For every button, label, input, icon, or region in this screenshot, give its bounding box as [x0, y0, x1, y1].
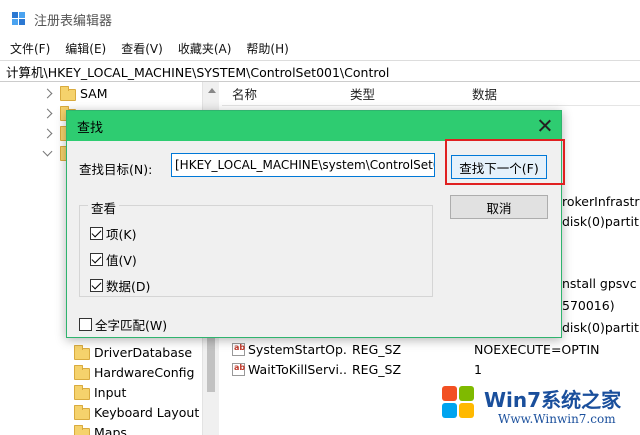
tree-item-label: HardwareConfig: [94, 365, 195, 380]
watermark-brand: Win7系统之家: [484, 388, 622, 412]
option-data[interactable]: 数据(D): [90, 276, 150, 295]
table-row[interactable]: SystemStartOp... REG_SZ NOEXECUTE=OPTIN: [222, 340, 640, 360]
find-next-button[interactable]: 查找下一个(F): [451, 155, 547, 179]
window-title: 注册表编辑器: [34, 13, 113, 29]
address-bar[interactable]: 计算机\HKEY_LOCAL_MACHINE\SYSTEM\ControlSet…: [0, 60, 640, 82]
close-icon[interactable]: [535, 116, 555, 136]
find-dialog: 查找 查找目标(N): [HKEY_LOCAL_MACHINE\system\C…: [66, 110, 565, 338]
value-type: REG_SZ: [352, 342, 402, 357]
data-checkbox[interactable]: [90, 279, 103, 292]
chevron-right-icon[interactable]: [42, 88, 53, 99]
tree-item-label: SAM: [80, 86, 108, 101]
value-data-partial: rokerInfrastru: [562, 194, 640, 209]
value-data-partial: disk(0)partitio: [562, 214, 640, 229]
regedit-app-icon: [12, 12, 26, 26]
folder-icon: [74, 385, 90, 400]
option-keys[interactable]: 项(K): [90, 224, 136, 243]
string-value-icon: [232, 343, 245, 356]
value-data: 1: [474, 362, 482, 377]
chevron-down-icon[interactable]: [42, 146, 53, 157]
dialog-title: 查找: [77, 120, 104, 136]
table-row[interactable]: WaitToKillServi... REG_SZ 1: [222, 360, 640, 380]
tree-item-driverdatabase[interactable]: DriverDatabase: [0, 343, 202, 363]
tree-item-keyboard-layout[interactable]: Keyboard Layout: [0, 403, 202, 423]
tree-item-label: Input: [94, 385, 127, 400]
tree-item-label: Maps: [94, 425, 127, 435]
menu-favorites[interactable]: 收藏夹(A): [178, 40, 232, 57]
watermark: Win7系统之家 Www.Winwin7.com: [438, 382, 638, 432]
find-what-value: [HKEY_LOCAL_MACHINE\system\ControlSet0: [175, 158, 435, 172]
keys-checkbox[interactable]: [90, 227, 103, 240]
option-match-whole[interactable]: 全字匹配(W): [79, 315, 167, 334]
value-type: REG_SZ: [352, 362, 402, 377]
look-at-group: 查看 项(K) 值(V) 数据(D): [79, 198, 433, 297]
dialog-title-bar: 查找: [67, 111, 561, 141]
option-label: 项(K): [106, 227, 137, 242]
tree-item-label: DriverDatabase: [94, 345, 193, 360]
tree-item-hardwareconfig[interactable]: HardwareConfig: [0, 363, 202, 383]
value-data-partial: 570016): [562, 298, 615, 313]
list-header: 名称 类型 数据: [222, 82, 640, 106]
value-data-partial: disk(0)partitio: [562, 320, 640, 335]
option-label: 值(V): [106, 253, 137, 268]
windows-logo-icon: [442, 386, 476, 420]
tree-item-maps[interactable]: Maps: [0, 423, 202, 435]
column-header-name[interactable]: 名称: [232, 84, 257, 103]
chevron-right-icon[interactable]: [42, 128, 53, 139]
value-data: NOEXECUTE=OPTIN: [474, 342, 600, 357]
scroll-thumb[interactable]: [207, 332, 215, 392]
menu-help[interactable]: 帮助(H): [246, 40, 288, 57]
option-label: 全字匹配(W): [95, 318, 168, 333]
folder-icon: [74, 365, 90, 380]
chevron-right-icon[interactable]: [42, 108, 53, 119]
tree-item-input[interactable]: Input: [0, 383, 202, 403]
option-label: 数据(D): [106, 279, 151, 294]
column-header-data[interactable]: 数据: [472, 84, 497, 103]
value-name: SystemStartOp...: [248, 342, 348, 357]
title-bar: 注册表编辑器: [0, 0, 640, 38]
folder-icon: [74, 425, 90, 435]
match-whole-checkbox[interactable]: [79, 318, 92, 331]
find-what-label: 查找目标(N):: [79, 162, 153, 177]
menu-edit[interactable]: 编辑(E): [65, 40, 106, 57]
cancel-button[interactable]: 取消: [450, 195, 548, 219]
tree-item-sam[interactable]: SAM: [0, 84, 202, 104]
value-name: WaitToKillServi...: [248, 362, 348, 377]
scroll-up-arrow-icon[interactable]: [208, 88, 216, 93]
menu-bar: 文件(F) 编辑(E) 查看(V) 收藏夹(A) 帮助(H): [0, 38, 640, 58]
menu-file[interactable]: 文件(F): [10, 40, 50, 57]
option-values[interactable]: 值(V): [90, 250, 137, 269]
look-at-label: 查看: [88, 198, 120, 217]
column-header-type[interactable]: 类型: [350, 84, 375, 103]
values-checkbox[interactable]: [90, 253, 103, 266]
menu-view[interactable]: 查看(V): [121, 40, 163, 57]
folder-icon: [60, 86, 76, 101]
folder-icon: [74, 345, 90, 360]
folder-icon: [74, 405, 90, 420]
find-what-input[interactable]: [HKEY_LOCAL_MACHINE\system\ControlSet0: [171, 153, 435, 177]
watermark-url: Www.Winwin7.com: [498, 412, 616, 426]
tree-item-label: Keyboard Layout: [94, 405, 200, 420]
string-value-icon: [232, 363, 245, 376]
value-data-partial: nstall gpsvc tr: [562, 276, 640, 291]
